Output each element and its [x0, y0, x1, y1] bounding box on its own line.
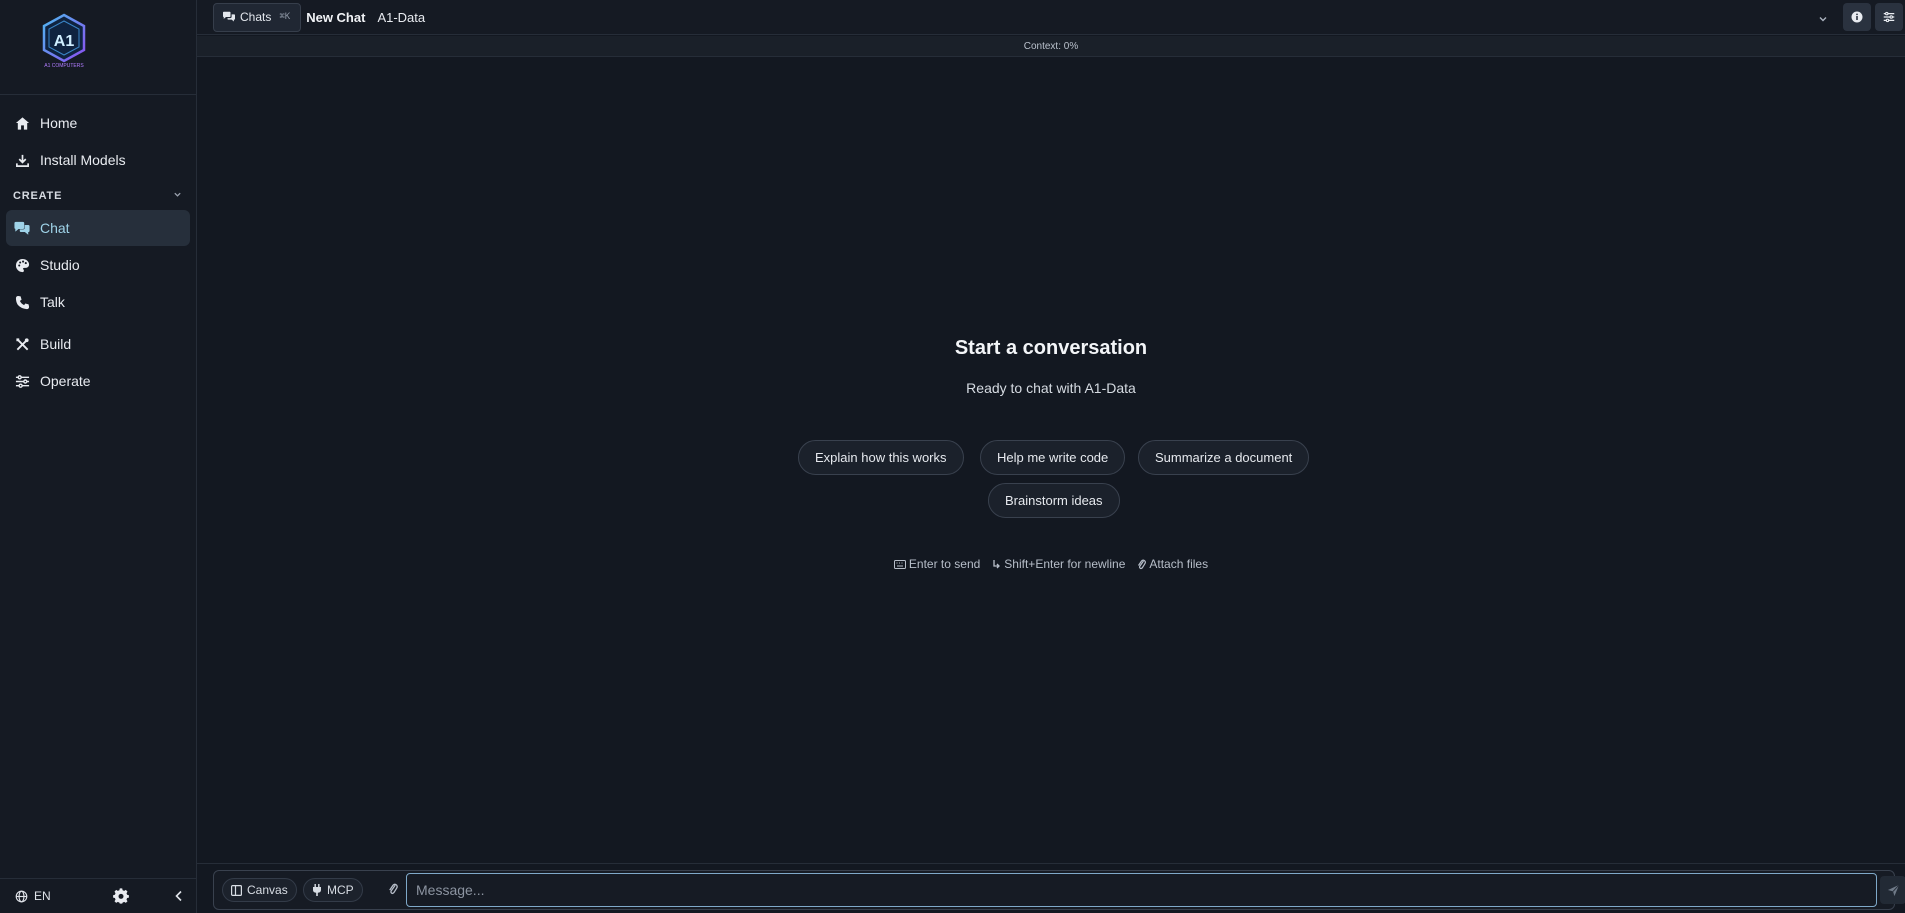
language-label: EN — [34, 889, 51, 903]
settings-sliders-icon[interactable] — [1875, 3, 1903, 31]
mcp-toggle-button[interactable]: MCP — [303, 878, 363, 902]
sidebar: A1 A1 COMPUTERS Home Install Models CREA… — [0, 0, 197, 913]
keyboard-hints: Enter to send Shift+Enter for newline At… — [197, 557, 1905, 571]
suggestion-brainstorm-button[interactable]: Brainstorm ideas — [988, 483, 1120, 518]
top-bar: Chats ⌘K New Chat A1-Data — [197, 0, 1905, 35]
section-label: CREATE — [13, 190, 63, 202]
info-icon[interactable] — [1843, 3, 1871, 31]
canvas-toggle-button[interactable]: Canvas — [222, 878, 297, 902]
sidebar-nav: Home Install Models CREATE Chat Studio T… — [0, 95, 196, 399]
sidebar-item-studio[interactable]: Studio — [6, 247, 190, 283]
chevron-down-icon — [173, 190, 182, 202]
sidebar-item-label: Studio — [40, 257, 80, 273]
svg-text:A1 COMPUTERS: A1 COMPUTERS — [44, 63, 84, 68]
sliders-icon — [14, 373, 30, 389]
sidebar-item-build[interactable]: Build — [6, 326, 190, 362]
sidebar-item-label: Install Models — [40, 152, 126, 168]
hint-text: Enter to send — [908, 557, 981, 571]
sidebar-item-chat[interactable]: Chat — [6, 210, 190, 246]
page-subtitle: Ready to chat with A1-Data — [966, 380, 1136, 396]
composer-box: Canvas MCP — [213, 870, 1905, 910]
sidebar-item-label: Chat — [40, 220, 70, 236]
page-title: Start a conversation — [954, 337, 1148, 359]
hint-attach: Attach files — [1137, 557, 1208, 571]
sidebar-item-label: Talk — [40, 294, 65, 310]
language-selector[interactable]: EN — [15, 889, 95, 903]
chats-button[interactable]: Chats ⌘K — [213, 2, 302, 32]
palette-icon — [14, 257, 30, 273]
logo-area: A1 A1 COMPUTERS — [0, 0, 196, 95]
keyboard-icon — [893, 559, 906, 569]
globe-icon — [15, 890, 28, 902]
tools-icon — [14, 336, 30, 352]
send-button[interactable] — [1880, 876, 1905, 904]
new-chat-title: New Chat — [306, 9, 366, 25]
suggestion-summarize-button[interactable]: Summarize a document — [1138, 440, 1310, 475]
sidebar-item-talk[interactable]: Talk — [6, 284, 190, 320]
model-selector[interactable]: A1-Data — [377, 10, 425, 25]
home-icon — [14, 115, 30, 131]
message-input[interactable] — [406, 873, 1877, 907]
canvas-label: Canvas — [247, 883, 288, 897]
collapse-sidebar-icon[interactable] — [173, 890, 185, 902]
section-create-header[interactable]: CREATE — [0, 182, 196, 210]
sidebar-item-home[interactable]: Home — [6, 105, 190, 141]
chats-shortcut: ⌘K — [279, 12, 291, 22]
mcp-label: MCP — [327, 883, 354, 897]
chats-label: Chats — [240, 10, 272, 24]
sidebar-item-label: Build — [40, 336, 72, 352]
message-composer: Canvas MCP — [197, 863, 1905, 913]
chat-icon — [223, 11, 235, 22]
phone-icon — [14, 294, 30, 310]
gear-icon[interactable] — [113, 888, 129, 904]
paperclip-icon — [1138, 559, 1147, 570]
sidebar-item-label: Home — [40, 115, 78, 131]
paperclip-icon[interactable] — [388, 882, 398, 898]
newline-arrow-icon — [993, 559, 1001, 568]
hint-text: Shift+Enter for newline — [1004, 557, 1126, 571]
suggestion-explain-button[interactable]: Explain how this works — [798, 440, 964, 475]
sidebar-item-label: Operate — [40, 373, 91, 389]
context-label: Context: 0% — [1023, 40, 1079, 52]
hint-text: Attach files — [1149, 557, 1209, 571]
context-usage-bar: Context: 0% — [197, 36, 1905, 57]
chevron-down-icon[interactable] — [1818, 11, 1828, 27]
suggestion-code-button[interactable]: Help me write code — [980, 440, 1126, 475]
a1-computers-logo[interactable]: A1 A1 COMPUTERS — [36, 12, 92, 68]
sidebar-item-operate[interactable]: Operate — [6, 363, 190, 399]
download-icon — [14, 152, 30, 168]
top-actions — [1839, 3, 1903, 31]
sidebar-footer: EN — [0, 878, 196, 913]
send-icon — [1887, 884, 1899, 896]
chat-icon — [14, 220, 30, 236]
plug-icon — [313, 884, 321, 896]
svg-text:A1: A1 — [54, 33, 75, 50]
hint-enter: Enter to send — [893, 557, 981, 571]
sidebar-item-install-models[interactable]: Install Models — [6, 142, 190, 178]
hint-newline: Shift+Enter for newline — [992, 557, 1125, 571]
canvas-icon — [231, 884, 242, 896]
